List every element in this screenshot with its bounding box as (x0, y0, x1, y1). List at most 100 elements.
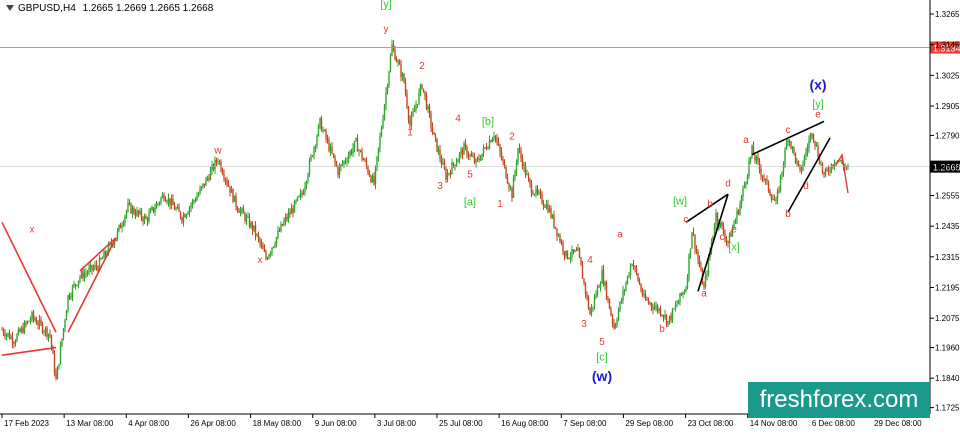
candle-body (242, 208, 245, 214)
candle-body (824, 169, 827, 175)
candle-body (185, 214, 188, 218)
x-tick-label: 26 Apr 08:00 (190, 419, 236, 428)
candle-body (268, 254, 270, 259)
candle-body (11, 336, 14, 344)
candle-body (53, 353, 56, 373)
candle-body (782, 164, 785, 172)
candle-body (755, 156, 758, 161)
chevron-down-icon[interactable] (6, 5, 14, 12)
candle-body (676, 304, 678, 306)
candle-body (364, 160, 366, 162)
x-tick-label: 17 Feb 2023 (4, 419, 49, 428)
candle-body (16, 334, 18, 342)
candle-body (547, 204, 549, 212)
candle-body (514, 171, 516, 179)
candle-body (259, 238, 261, 244)
candle-body (332, 153, 335, 157)
candle-body (325, 130, 327, 139)
candle-body (167, 198, 170, 203)
candle-body (275, 237, 278, 245)
candle-body (485, 147, 488, 149)
candle-body (820, 163, 822, 165)
candle-body (664, 314, 666, 318)
candle-body (535, 188, 537, 195)
candle-body (182, 214, 185, 222)
y-tick-label: 1.2195 (935, 284, 960, 293)
candle-body (278, 230, 281, 232)
candle-body (77, 280, 80, 286)
candle-body (349, 151, 351, 156)
candle-body (523, 164, 525, 168)
x-tick-label: 6 Dec 08:00 (812, 419, 856, 428)
candle-body (184, 214, 186, 218)
candle-body (401, 73, 404, 77)
candle-body (625, 282, 627, 290)
candle-body (26, 321, 29, 324)
candle-body (506, 178, 509, 184)
x-tick-label: 3 Jul 08:00 (377, 419, 417, 428)
wave-label: b (707, 199, 713, 210)
y-tick-label: 1.2435 (935, 222, 960, 231)
candle-body (7, 333, 9, 335)
candle-body (481, 153, 483, 160)
candle-body (556, 228, 558, 237)
candle-body (500, 151, 503, 159)
candle-body (581, 265, 584, 279)
candle-body (296, 196, 299, 201)
candle-body (797, 161, 800, 165)
candle-body (17, 329, 20, 335)
price-chart[interactable]: 1.3134 1.2668 x w x [y] y 2 1 4 3 5 [a] [b] 2 1 4 3 5 [c](… (0, 0, 960, 430)
wave-label: e (731, 225, 737, 236)
candle-body (560, 241, 563, 243)
candle-body (305, 181, 308, 187)
candle-body (647, 300, 650, 303)
candle-body (770, 195, 773, 200)
candle-body (392, 44, 395, 50)
candle-body (172, 198, 174, 206)
candle-body (763, 177, 765, 181)
candle-body (1, 329, 3, 331)
candle-body (34, 318, 36, 321)
candle-body (812, 135, 815, 141)
candle-body (373, 175, 375, 185)
candle-body (163, 194, 165, 200)
candle-body (239, 210, 242, 213)
candle-body (166, 201, 168, 203)
candle-body (371, 175, 374, 183)
wave-label: e (815, 110, 821, 121)
candle-body (56, 366, 59, 380)
candle-body (451, 162, 453, 175)
candle-body (32, 312, 35, 319)
candle-body (197, 193, 200, 197)
candle-body (685, 288, 687, 292)
candle-body (622, 290, 624, 301)
candle-body (740, 196, 743, 205)
candle-body (665, 314, 668, 325)
candle-body (256, 234, 258, 236)
candle-body (152, 207, 155, 212)
candle-body (28, 321, 30, 322)
candle-body (14, 341, 17, 344)
candle-body (143, 216, 146, 222)
candle-body (160, 197, 162, 203)
x-tick-label: 7 Sep 08:00 (563, 419, 607, 428)
candle-body (674, 305, 677, 309)
candle-body (469, 154, 471, 157)
candle-body (416, 104, 419, 106)
wave-label: [a] (464, 197, 476, 209)
candle-body (394, 49, 396, 60)
candle-body (200, 186, 203, 189)
candle-body (221, 170, 224, 175)
candle-body (809, 133, 812, 141)
candle-body (532, 193, 534, 195)
candle-body (194, 200, 197, 202)
candle-body (334, 156, 336, 163)
wave-label: a (743, 135, 749, 146)
candle-body (518, 148, 521, 151)
candle-body (317, 124, 320, 137)
candle-body (310, 155, 312, 161)
candle-body (79, 276, 81, 281)
candle-body (212, 164, 215, 170)
candle-body (85, 273, 87, 274)
candle-body (574, 250, 576, 252)
